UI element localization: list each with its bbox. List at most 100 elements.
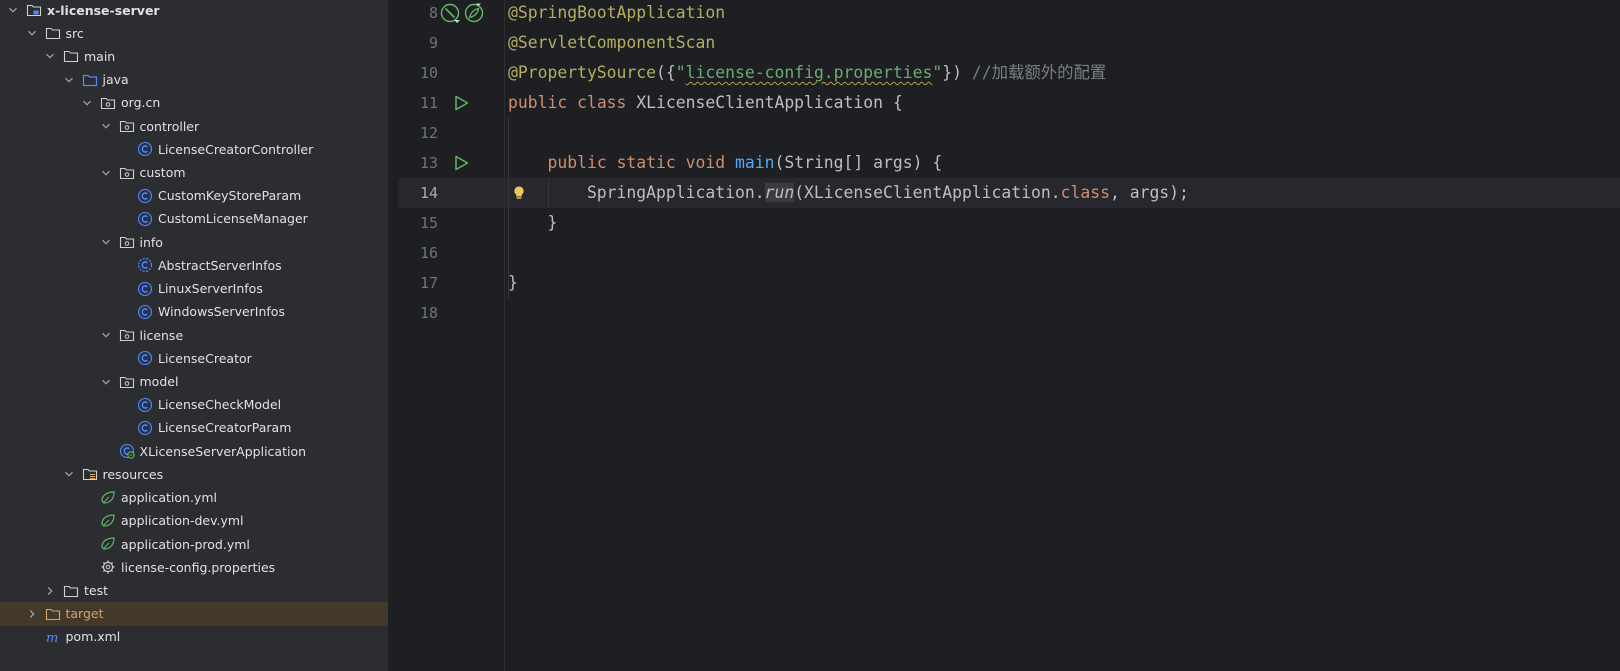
spring-yml-icon [100, 536, 116, 552]
tree-item-label: target [65, 606, 104, 622]
chevron-down-icon[interactable] [62, 462, 76, 486]
line-number: 11 [419, 94, 438, 112]
code-line[interactable]: SpringApplication.run(XLicenseClientAppl… [508, 178, 1189, 208]
chevron-down-icon[interactable] [80, 91, 94, 115]
excluded-folder-icon [45, 606, 61, 622]
tree-item-target[interactable]: target [0, 601, 388, 626]
tree-item-licensecreatorcontroller[interactable]: LicenseCreatorController [0, 137, 388, 161]
code-editor[interactable]: 8 @SpringBootApplication 9 @ServletComponen… [398, 0, 1620, 671]
code-line[interactable]: public static void main(String[] args) { [508, 148, 942, 178]
tree-item-model[interactable]: model [0, 370, 388, 394]
chevron-right-icon[interactable] [25, 602, 39, 626]
gutter-divider [504, 0, 505, 671]
code-token: ({ [656, 63, 676, 82]
tree-item-org-cn[interactable]: org.cn [0, 91, 388, 115]
line-number: 14 [419, 184, 438, 202]
chevron-down-icon[interactable] [62, 68, 76, 92]
code-token: @ServletComponentScan [508, 33, 716, 52]
line-number: 13 [419, 154, 438, 172]
tree-item-customlicensemanager[interactable]: CustomLicenseManager [0, 207, 388, 231]
tree-item-label: CustomKeyStoreParam [158, 188, 302, 204]
tree-item-license-config-properties[interactable]: license-config.properties [0, 555, 388, 579]
tree-item-pom-xml[interactable]: m pom.xml [0, 625, 388, 649]
tree-item-abstractserverinfos[interactable]: AbstractServerInfos [0, 253, 388, 277]
properties-gear-icon [100, 559, 116, 575]
code-line[interactable]: } [508, 208, 557, 238]
tree-item-label: model [139, 374, 179, 390]
tree-item-custom[interactable]: custom [0, 161, 388, 185]
chevron-down-icon[interactable] [99, 230, 113, 254]
chevron-down-icon[interactable] [99, 114, 113, 138]
code-token: main [734, 153, 775, 172]
code-token: public [508, 93, 578, 112]
tree-item-linuxserverinfos[interactable]: LinuxServerInfos [0, 277, 388, 301]
panel-splitter[interactable] [388, 0, 398, 671]
tree-item-label: XLicenseServerApplication [139, 443, 307, 459]
chevron-down-icon[interactable] [25, 21, 39, 45]
chevron-down-icon[interactable] [43, 44, 57, 68]
class-icon [137, 304, 153, 320]
code-token: @SpringBootApplication [508, 3, 726, 22]
chevron-down-icon[interactable] [99, 161, 113, 185]
tree-item-java[interactable]: java [0, 68, 388, 92]
class-icon [137, 188, 153, 204]
tree-item-label: LicenseCreatorController [158, 141, 314, 157]
code-line[interactable]: @PropertySource({"license-config.propert… [508, 58, 1106, 88]
tree-item-controller[interactable]: controller [0, 114, 388, 138]
tree-item-application-prod-yml[interactable]: application-prod.yml [0, 532, 388, 556]
tree-item-license[interactable]: license [0, 323, 388, 347]
line-number: 16 [419, 244, 438, 262]
code-token: } [508, 213, 558, 232]
tree-item-info[interactable]: info [0, 230, 388, 254]
code-line[interactable]: public class XLicenseClientApplication { [508, 88, 903, 118]
package-icon [119, 374, 135, 390]
spring-config-icon[interactable] [464, 3, 484, 23]
tree-item-licensecreator[interactable]: LicenseCreator [0, 346, 388, 370]
tree-item-resources[interactable]: resources [0, 462, 388, 486]
folder-icon [45, 25, 61, 41]
chevron-down-icon[interactable] [99, 370, 113, 394]
code-token: @PropertySource [508, 63, 657, 82]
tree-item-label: application.yml [121, 490, 217, 506]
code-line[interactable]: @SpringBootApplication [508, 0, 725, 28]
line-number: 17 [419, 274, 438, 292]
chevron-down-icon[interactable] [99, 323, 113, 347]
tree-item-xlicenseserverapplication[interactable]: XLicenseServerApplication [0, 439, 388, 463]
tree-item-windowsserverinfos[interactable]: WindowsServerInfos [0, 300, 388, 324]
chevron-down-icon[interactable] [6, 0, 20, 22]
tree-item-licensecheckmodel[interactable]: LicenseCheckModel [0, 393, 388, 417]
tree-item-label: application-dev.yml [121, 513, 244, 529]
line-number: 9 [428, 34, 438, 52]
folder-icon [63, 48, 79, 64]
chevron-right-icon[interactable] [43, 579, 57, 603]
tree-item-application-dev-yml[interactable]: application-dev.yml [0, 509, 388, 533]
svg-text:m: m [46, 631, 58, 645]
code-line[interactable]: } [508, 268, 518, 298]
tree-item-label: LicenseCheckModel [158, 397, 282, 413]
tree-item-label: pom.xml [65, 629, 121, 645]
tree-item-src[interactable]: src [0, 21, 388, 45]
run-icon[interactable] [451, 153, 471, 173]
tree-item-label: src [65, 25, 84, 41]
tree-item-test[interactable]: test [0, 579, 388, 603]
run-icon[interactable] [451, 93, 471, 113]
package-icon [119, 234, 135, 250]
tree-item-label: main [84, 48, 116, 64]
code-line[interactable]: @ServletComponentScan [508, 28, 715, 58]
tree-item-label: org.cn [121, 95, 161, 111]
tree-item-licensecreatorparam[interactable]: LicenseCreatorParam [0, 416, 388, 440]
code-token: public [547, 153, 617, 172]
spring-bean-icon[interactable] [440, 3, 460, 23]
tree-item-x-license-server[interactable]: x-license-server [0, 0, 388, 22]
tree-item-customkeystoreparam[interactable]: CustomKeyStoreParam [0, 184, 388, 208]
tree-item-main[interactable]: main [0, 44, 388, 68]
tree-item-label: LinuxServerInfos [158, 281, 263, 297]
tree-item-application-yml[interactable]: application.yml [0, 486, 388, 510]
